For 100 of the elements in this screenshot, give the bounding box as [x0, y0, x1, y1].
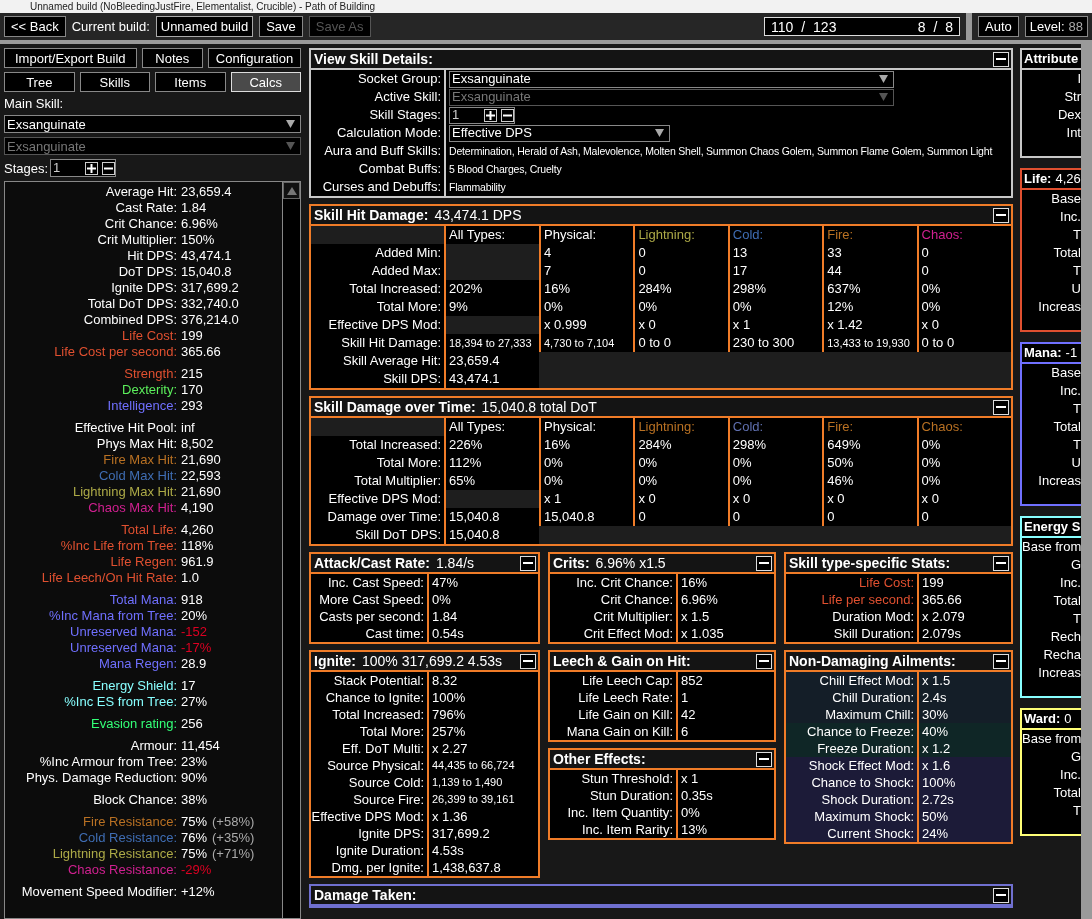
row-label: Dex — [1056, 106, 1081, 124]
stat-label: Energy Shield: — [91, 678, 177, 694]
stat-label: Source Cold: — [348, 775, 424, 790]
table-cell-text: 15,040.8 — [448, 526, 501, 544]
minus-button[interactable] — [501, 108, 514, 122]
table-cell-text: 15,040.8 — [448, 508, 501, 526]
column-header: Fire: — [827, 227, 854, 242]
minus-icon — [996, 562, 1006, 564]
stat-label: Unreserved Mana: — [69, 624, 177, 640]
row-label: Inc. — [1059, 766, 1081, 784]
stat-label: Total Life: — [120, 522, 177, 538]
save-button[interactable]: Save — [259, 16, 303, 37]
table-cell-text: 23,659.4 — [448, 352, 501, 370]
stat-label: Cold Max Hit: — [97, 468, 177, 484]
stat-label: Maximum Chill: — [825, 707, 914, 722]
row-label: Base — [1050, 190, 1081, 208]
menu-button[interactable]: Configuration — [207, 48, 301, 68]
stat-label: Cast Rate: — [114, 200, 177, 216]
row-label: Total — [1052, 418, 1081, 436]
tab[interactable]: Tree — [4, 72, 75, 92]
minus-button[interactable] — [102, 161, 116, 175]
row-label: Base — [1050, 364, 1081, 382]
stat-label: Inc. Cast Speed: — [327, 575, 424, 590]
skill-dropdown[interactable]: Exsanguinate — [4, 115, 301, 133]
panel-summary: -1 — [1065, 344, 1078, 362]
table-cell: 0% — [539, 472, 634, 490]
back-button[interactable]: << Back — [4, 16, 66, 37]
stat-label: Mana Regen: — [97, 656, 177, 672]
collapse-button[interactable] — [756, 751, 772, 767]
stat-label: Combined DPS: — [82, 312, 177, 328]
menu-button[interactable]: Notes — [141, 48, 203, 68]
row-label: T — [1072, 610, 1081, 628]
column-header: Lightning: — [638, 227, 695, 242]
tab[interactable]: Items — [155, 72, 226, 92]
tab[interactable]: Skills — [79, 72, 150, 92]
build-name-field[interactable]: Unnamed build — [155, 16, 254, 37]
collapse-button[interactable] — [993, 653, 1009, 669]
auto-button[interactable]: Auto — [978, 16, 1019, 37]
menu-button[interactable]: Import/Export Build — [4, 48, 137, 68]
stat-value: x 1.5 — [921, 672, 952, 689]
table-cell: 0% — [633, 472, 728, 490]
skill-dropdown[interactable]: Exsanguinate — [449, 70, 894, 88]
collapse-button[interactable] — [993, 51, 1009, 67]
row-label: Skill DPS: — [311, 370, 446, 388]
stat-label: Life Cost per second: — [53, 344, 177, 360]
stat-label: Source Physical: — [327, 758, 424, 773]
stat-value: 961.9 — [181, 554, 214, 570]
panel-title: Ignite: — [314, 653, 356, 669]
table-cell-text: 202% — [448, 280, 484, 298]
row-label: Int — [1065, 124, 1081, 142]
stat-value: 28.9 — [181, 656, 207, 672]
caret-icon — [286, 142, 295, 150]
mode-dropdown[interactable]: Effective DPS — [449, 124, 670, 142]
stat-value: 199 — [921, 574, 945, 591]
column-header: Physical: — [544, 419, 597, 434]
table-cell: 50% — [822, 454, 917, 472]
stat-value: 4,190 — [181, 500, 214, 516]
stat-value: 317,699.2 — [431, 825, 491, 842]
collapse-button[interactable] — [993, 887, 1009, 903]
stat-value: 40% — [921, 723, 950, 740]
collapse-button[interactable] — [756, 653, 772, 669]
detail-text: 5 Blood Charges, Cruelty — [449, 162, 562, 177]
stat-label: Cold Resistance: — [77, 830, 177, 846]
collapse-button[interactable] — [520, 653, 536, 669]
tab[interactable]: Calcs — [230, 72, 301, 92]
table-cell: 0% — [916, 472, 1011, 490]
stat-label: Mana Gain on Kill: — [566, 724, 673, 739]
column-header: Chaos: — [921, 419, 963, 434]
minus-icon — [523, 562, 533, 564]
row-label: Total — [1052, 244, 1081, 262]
collapse-button[interactable] — [993, 555, 1009, 571]
stat-value: 852 — [680, 672, 704, 689]
scroll-up-button[interactable] — [283, 182, 300, 199]
stat-value: 23,659.4 — [181, 184, 232, 200]
collapse-button[interactable] — [520, 555, 536, 571]
collapse-button[interactable] — [993, 207, 1009, 223]
row-label: Calculation Mode: — [311, 124, 446, 142]
table-cell: x 0 — [633, 490, 728, 508]
column-header: All Types: — [449, 227, 506, 242]
plus-button[interactable] — [484, 108, 497, 122]
row-label: Base from — [1022, 538, 1081, 556]
stat-label: Chill Effect Mod: — [819, 673, 914, 688]
stat-label: Life Leech/On Hit Rate: — [40, 570, 177, 586]
stat-value: 170 — [181, 382, 203, 398]
level-field[interactable]: Level: 88 — [1024, 16, 1088, 37]
stages-field[interactable]: 1 — [50, 159, 117, 177]
level-value: 88 — [1068, 18, 1083, 36]
detail-text: Flammability — [449, 180, 506, 195]
table-cell: x 0 — [727, 490, 823, 508]
stages-field[interactable]: 1 — [449, 106, 515, 124]
stages-label: Stages: — [4, 160, 49, 176]
table-cell: 0% — [633, 298, 728, 316]
collapse-button[interactable] — [993, 399, 1009, 415]
collapse-button[interactable] — [756, 555, 772, 571]
minus-icon — [996, 406, 1006, 408]
plus-button[interactable] — [85, 161, 99, 175]
stat-label: Intelligence: — [106, 398, 177, 414]
minus-icon — [523, 660, 533, 662]
stat-label: Skill Duration: — [833, 626, 914, 641]
stat-value: 27% — [181, 694, 208, 710]
